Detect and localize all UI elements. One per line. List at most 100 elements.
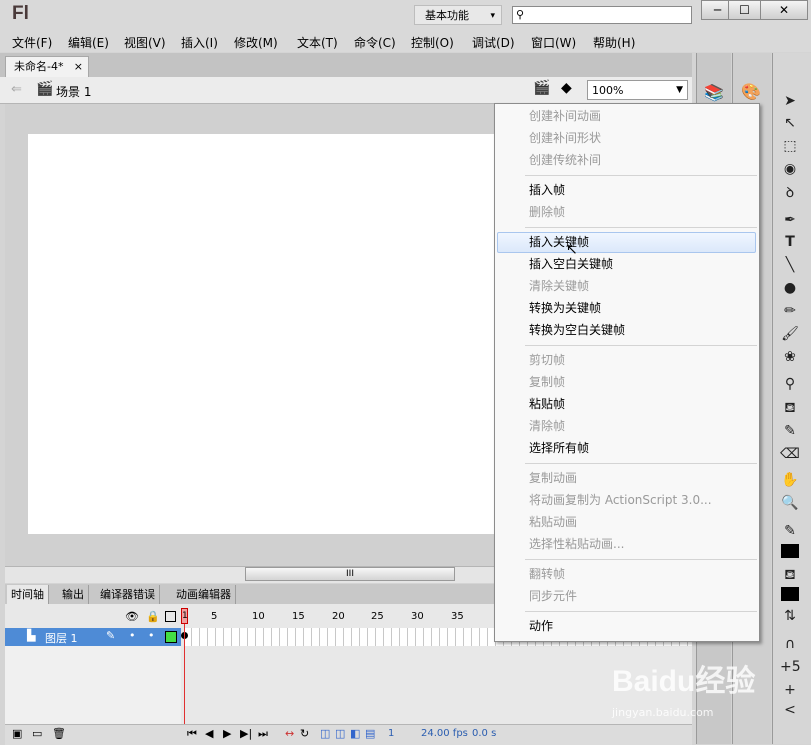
tab-timeline[interactable]: 时间轴 — [7, 585, 49, 604]
stroke-color-swatch[interactable] — [781, 544, 799, 558]
tab-motion-editor[interactable]: 动画编辑器 — [172, 585, 236, 604]
step-forward-icon[interactable]: ▶| — [240, 727, 252, 740]
menu-commands[interactable]: 命令(C) — [354, 34, 396, 51]
menu-item-paste-motion-special[interactable]: 选择性粘贴动画... — [529, 534, 624, 554]
bone-tool-icon[interactable]: ⚲ — [780, 374, 800, 394]
selection-tool-icon[interactable]: ➤ — [780, 91, 800, 111]
menu-item-copy-motion-as-as3[interactable]: 将动画复制为 ActionScript 3.0... — [529, 490, 712, 510]
play-icon[interactable]: ▶ — [223, 727, 231, 740]
document-tab[interactable]: 未命名-4* × — [5, 56, 89, 77]
fill-color-swatch[interactable] — [781, 587, 799, 601]
outline-color-swatch[interactable] — [165, 631, 177, 643]
library-icon[interactable]: 📚 — [704, 83, 724, 102]
hand-tool-icon[interactable]: ✋ — [780, 470, 800, 490]
eye-icon[interactable]: 👁 — [125, 610, 139, 623]
workspace-switcher[interactable]: 基本功能 ▾ — [414, 5, 502, 25]
menu-item-paste-frames[interactable]: 粘贴帧 — [529, 394, 565, 414]
onion-skin-icon[interactable]: ◫ — [320, 727, 330, 740]
last-frame-icon[interactable]: ⏭ — [258, 727, 268, 741]
menu-item-convert-to-blank-keyframes[interactable]: 转换为空白关键帧 — [529, 320, 625, 340]
menu-item-create-classic-tween[interactable]: 创建传统补间 — [529, 150, 601, 170]
zoom-tool-icon[interactable]: 🔍 — [780, 493, 800, 513]
zoom-select[interactable]: 100% ▼ — [587, 80, 688, 100]
menu-item-insert-keyframe[interactable]: 插入关键帧 — [529, 232, 589, 252]
swap-colors-icon[interactable]: ⇅ — [780, 606, 800, 626]
menu-item-create-motion-tween[interactable]: 创建补间动画 — [529, 106, 601, 126]
trash-icon[interactable]: 🗑 — [52, 727, 66, 740]
subselection-tool-icon[interactable]: ↖ — [780, 113, 800, 133]
line-tool-icon[interactable]: ╲ — [780, 255, 800, 275]
maximize-button[interactable]: ☐ — [728, 0, 761, 20]
menu-insert[interactable]: 插入(I) — [181, 34, 218, 51]
oval-tool-icon[interactable]: ● — [780, 278, 800, 298]
lasso-tool-icon[interactable]: ꝺ — [780, 183, 800, 203]
layer-row[interactable]: ▙ 图层 1 ✎ • • — [5, 628, 181, 646]
snap-magnet-icon[interactable]: ∩ — [780, 634, 800, 654]
loop-icon[interactable]: ↻ — [300, 727, 309, 740]
menu-item-paste-motion[interactable]: 粘贴动画 — [529, 512, 577, 532]
onion-markers-icon[interactable]: ▤ — [365, 727, 375, 740]
menu-edit[interactable]: 编辑(E) — [68, 34, 109, 51]
lock-icon[interactable]: 🔒 — [146, 610, 160, 623]
menu-item-insert-frame[interactable]: 插入帧 — [529, 180, 565, 200]
menu-text[interactable]: 文本(T) — [297, 34, 338, 51]
close-icon[interactable]: × — [74, 57, 83, 77]
menu-modify[interactable]: 修改(M) — [234, 34, 278, 51]
center-frame-icon[interactable]: ↔ — [285, 727, 294, 740]
help-search-input[interactable]: ⚲ — [512, 6, 692, 24]
outline-icon[interactable] — [165, 611, 176, 622]
pencil-tool-icon[interactable]: ✏ — [780, 301, 800, 321]
new-layer-icon[interactable]: ▣ — [12, 727, 22, 740]
paint-bucket-tool-icon[interactable]: ⛾ — [780, 398, 800, 418]
menu-item-remove-frames[interactable]: 删除帧 — [529, 202, 565, 222]
tab-compiler-errors[interactable]: 编译器错误 — [96, 585, 160, 604]
playhead[interactable]: 1 — [181, 608, 188, 624]
text-tool-icon[interactable]: T — [780, 232, 800, 252]
menu-control[interactable]: 控制(O) — [411, 34, 454, 51]
menu-item-copy-frames[interactable]: 复制帧 — [529, 372, 565, 392]
menu-item-clear-frames[interactable]: 清除帧 — [529, 416, 565, 436]
menu-window[interactable]: 窗口(W) — [531, 34, 576, 51]
brush-tool-icon[interactable]: 🖌 — [780, 324, 800, 344]
pen-tool-icon[interactable]: ✒ — [780, 210, 800, 230]
color-palette-icon[interactable]: 🎨 — [741, 82, 761, 101]
menu-file[interactable]: 文件(F) — [12, 34, 52, 51]
visibility-dot[interactable]: • — [129, 629, 136, 642]
scrollbar-thumb[interactable]: III — [245, 567, 455, 581]
stage[interactable] — [28, 134, 498, 534]
lock-dot[interactable]: • — [148, 629, 155, 642]
edit-multiple-frames-icon[interactable]: ◧ — [350, 727, 360, 740]
menu-item-cut-frames[interactable]: 剪切帧 — [529, 350, 565, 370]
new-folder-icon[interactable]: ▭ — [32, 727, 42, 740]
menu-view[interactable]: 视图(V) — [124, 34, 166, 51]
eyedropper-tool-icon[interactable]: ✎ — [780, 421, 800, 441]
free-transform-tool-icon[interactable]: ⬚ — [780, 136, 800, 156]
close-window-button[interactable]: ✕ — [760, 0, 808, 20]
menu-item-select-all-frames[interactable]: 选择所有帧 — [529, 438, 589, 458]
tab-output[interactable]: 输出 — [58, 585, 89, 604]
menu-help[interactable]: 帮助(H) — [593, 34, 635, 51]
back-arrow-icon[interactable]: ⇐ — [11, 82, 22, 97]
edit-symbols-icon[interactable]: ◆ — [561, 80, 572, 96]
fill-color-icon[interactable]: ⛾ — [780, 565, 800, 585]
menu-item-convert-to-keyframes[interactable]: 转换为关键帧 — [529, 298, 601, 318]
current-frame-readout[interactable]: 1 — [388, 728, 394, 739]
eraser-tool-icon[interactable]: ⌫ — [780, 444, 800, 464]
menu-item-copy-motion[interactable]: 复制动画 — [529, 468, 577, 488]
fps-readout[interactable]: 24.00 fps — [421, 728, 468, 739]
menu-item-actions[interactable]: 动作 — [529, 616, 553, 636]
3d-rotation-tool-icon[interactable]: ◉ — [780, 159, 800, 179]
first-frame-icon[interactable]: ⏮ — [187, 727, 197, 741]
straighten-icon[interactable]: +< — [780, 680, 800, 718]
onion-outline-icon[interactable]: ◫ — [335, 727, 345, 740]
menu-debug[interactable]: 调试(D) — [472, 34, 515, 51]
menu-item-create-shape-tween[interactable]: 创建补间形状 — [529, 128, 601, 148]
menu-item-clear-keyframe[interactable]: 清除关键帧 — [529, 276, 589, 296]
edit-scene-icon[interactable]: 🎬 — [533, 80, 550, 96]
smooth-icon[interactable]: +5 — [780, 657, 801, 677]
menu-item-reverse-frames[interactable]: 翻转帧 — [529, 564, 565, 584]
step-back-icon[interactable]: ◀ — [205, 727, 213, 740]
menu-item-synchronize-symbols[interactable]: 同步元件 — [529, 586, 577, 606]
deco-tool-icon[interactable]: ❀ — [780, 347, 800, 367]
stroke-color-icon[interactable]: ✎ — [780, 521, 800, 541]
